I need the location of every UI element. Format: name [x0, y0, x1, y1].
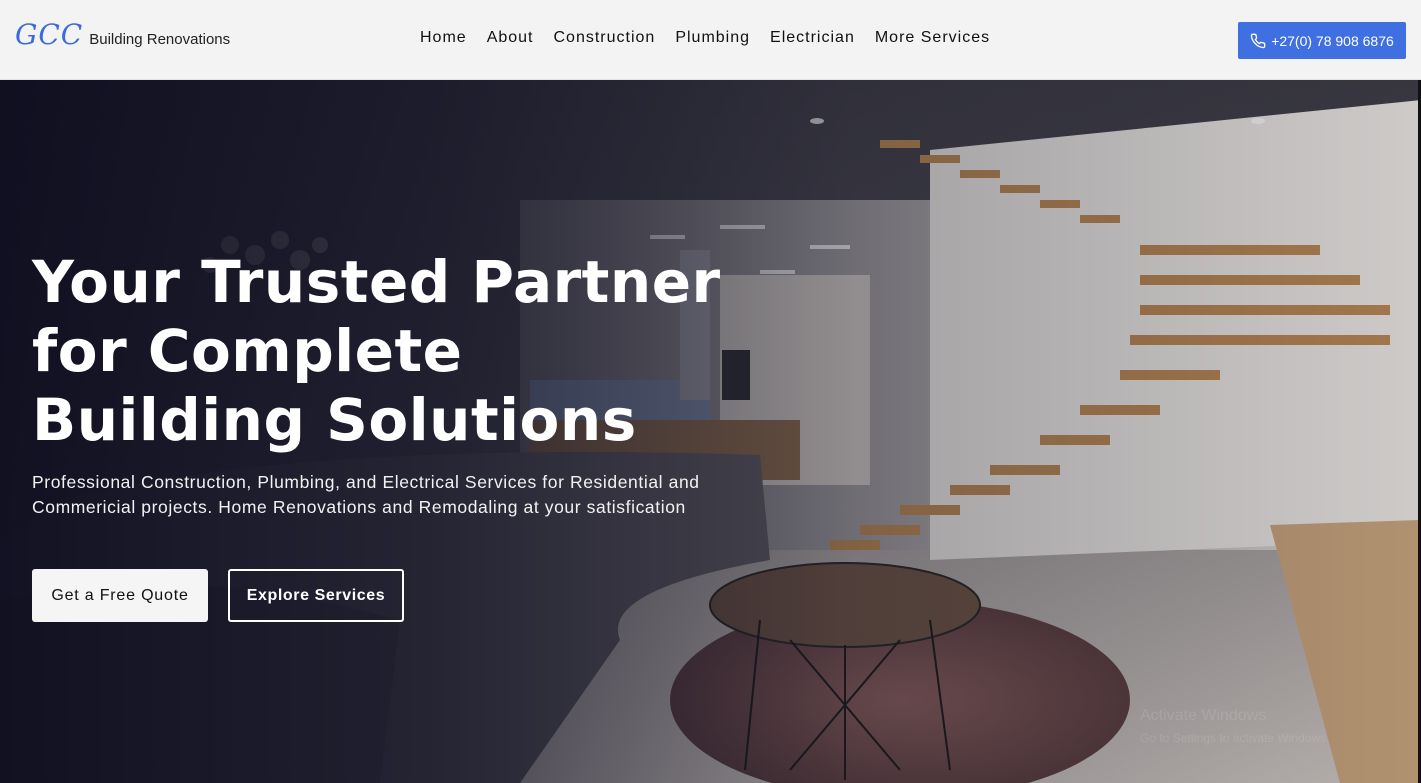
hero-section: Your Trusted Partner for Complete Buildi…	[0, 80, 1421, 783]
nav-electrician[interactable]: Electrician	[770, 29, 855, 47]
free-quote-button[interactable]: Get a Free Quote	[32, 569, 208, 622]
phone-number: +27(0) 78 908 6876	[1271, 32, 1394, 49]
logo-mark: GCC	[15, 18, 84, 51]
phone-button[interactable]: +27(0) 78 908 6876	[1238, 22, 1406, 59]
logo-text: Building Renovations	[89, 31, 231, 48]
activate-windows-watermark: Activate Windows Go to Settings to activ…	[1140, 705, 1329, 749]
hero-subtitle: Professional Construction, Plumbing, and…	[32, 472, 700, 517]
logo-link[interactable]: GCC Building Renovations	[15, 18, 230, 51]
main-nav: Home About Construction Plumbing Electri…	[410, 29, 1000, 47]
watermark-line-2: Go to Settings to activate Windows.	[1140, 731, 1330, 745]
nav-home[interactable]: Home	[420, 29, 467, 47]
hero-title: Your Trusted Partner for Complete Buildi…	[32, 248, 721, 454]
phone-icon	[1250, 33, 1266, 49]
explore-services-button[interactable]: Explore Services	[228, 569, 404, 622]
watermark-line-1: Activate Windows	[1140, 707, 1267, 724]
nav-more-services[interactable]: More Services	[875, 29, 990, 47]
page: GCC Building Renovations Home About Cons…	[0, 0, 1421, 783]
nav-plumbing[interactable]: Plumbing	[675, 29, 750, 47]
nav-construction[interactable]: Construction	[554, 29, 656, 47]
nav-about[interactable]: About	[487, 29, 534, 47]
navbar: GCC Building Renovations Home About Cons…	[0, 0, 1421, 80]
